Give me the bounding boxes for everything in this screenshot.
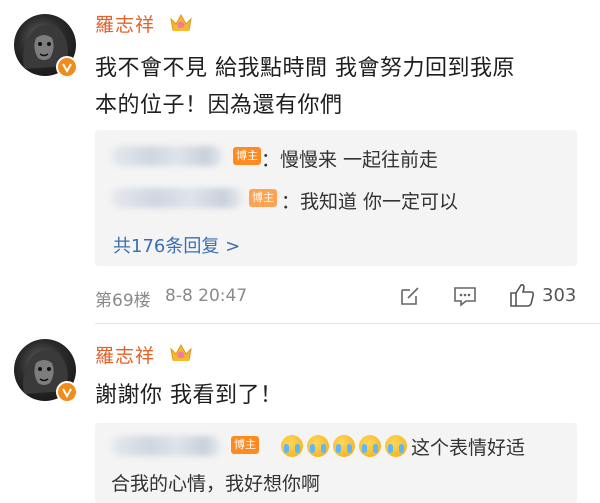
crown-icon	[170, 13, 192, 31]
blurred-username	[111, 146, 223, 166]
like-count: 303	[542, 284, 577, 306]
edit-icon	[401, 287, 419, 305]
crying-face-icon	[359, 435, 381, 457]
crying-face-icon	[307, 435, 329, 457]
username[interactable]: 羅志祥	[95, 10, 155, 37]
reply-text: ：慢慢来 一起往前走	[261, 149, 439, 171]
comment-item: 羅志祥 謝謝你 我看到了！ 博主 这个表情好适 合我的心情，我好想你啊	[0, 335, 600, 503]
thumbs-up-icon	[510, 284, 535, 307]
more-replies-link[interactable]: 共176条回复 >	[113, 232, 240, 258]
reply-text: ：我知道 你一定可以	[281, 191, 459, 213]
comment-text-line: 謝謝你 我看到了！	[95, 383, 283, 408]
verified-v-icon	[56, 56, 78, 78]
reply-text: 这个表情好适	[411, 437, 526, 459]
blogger-tag: 博主	[231, 436, 259, 454]
comment-item: 羅志祥 我不會不見 給我點時間 我會努力回到我原 本的位子！因為還有你們 博主 …	[0, 0, 600, 335]
reply-box[interactable]: 博主 ：慢慢来 一起往前走 博主 ：我知道 你一定可以 共176条回复 >	[95, 130, 577, 266]
reply-row[interactable]: 博主 ：我知道 你一定可以	[95, 180, 577, 218]
comment-text-line: 本的位子！因為還有你們	[95, 93, 343, 118]
floor-number: 第69楼	[95, 291, 151, 311]
blogger-tag: 博主	[233, 147, 261, 165]
crying-face-icon	[281, 435, 303, 457]
blurred-username	[111, 436, 221, 456]
divider	[95, 323, 600, 324]
like-button[interactable]: 303	[508, 282, 576, 308]
crying-face-icon	[333, 435, 355, 457]
comment-icon	[454, 287, 476, 307]
edit-button[interactable]	[398, 284, 422, 308]
comment-text-line: 我不會不見 給我點時間 我會努力回到我原	[95, 56, 515, 81]
reply-box[interactable]: 博主 这个表情好适 合我的心情，我好想你啊	[95, 423, 577, 503]
crying-face-icon	[385, 435, 407, 457]
reply-row[interactable]: 博主 ：慢慢来 一起往前走	[95, 138, 577, 176]
timestamp: 8-8 20:47	[165, 286, 248, 306]
crown-icon	[170, 343, 192, 361]
comment-button[interactable]	[452, 284, 478, 308]
reply-emoji-row: 这个表情好适	[281, 433, 525, 460]
blogger-tag: 博主	[249, 189, 277, 207]
username[interactable]: 羅志祥	[95, 341, 155, 368]
blurred-username	[111, 188, 243, 208]
verified-v-icon	[56, 381, 78, 403]
reply-text: 合我的心情，我好想你啊	[111, 473, 321, 495]
